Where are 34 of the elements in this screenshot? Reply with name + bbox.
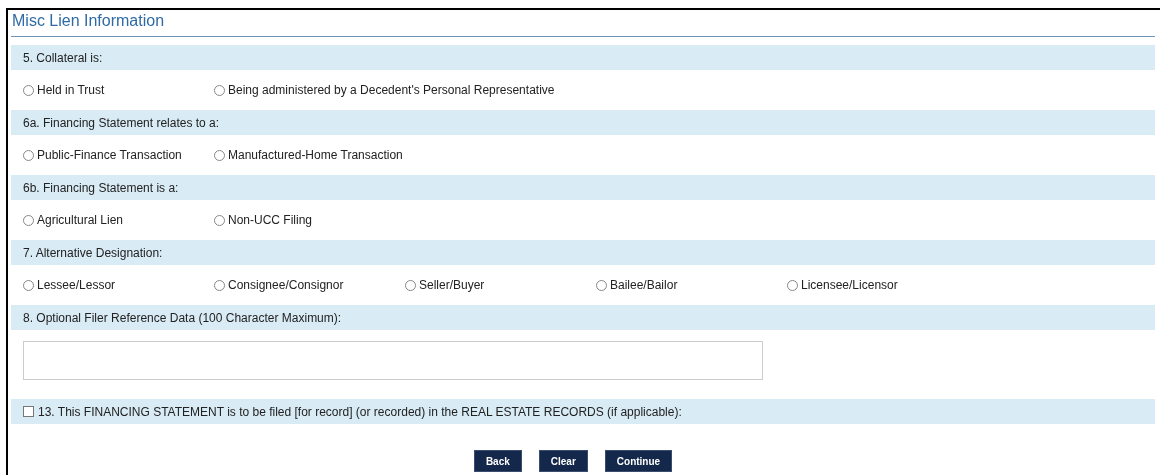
option-label: Licensee/Licensor — [801, 278, 898, 292]
section-label: 8. Optional Filer Reference Data (100 Character Maximum): — [23, 310, 342, 325]
option-label: Manufactured-Home Transaction — [228, 148, 403, 162]
option-label: Seller/Buyer — [419, 278, 485, 292]
option-label: Non-UCC Filing — [228, 213, 313, 227]
form-button[interactable]: Continue — [604, 450, 673, 472]
radio-button[interactable] — [214, 214, 225, 226]
option-label: Consignee/Consignor — [228, 278, 344, 292]
option-label: Agricultural Lien — [37, 213, 124, 227]
radio-button[interactable] — [214, 84, 225, 96]
radio-button[interactable] — [23, 149, 34, 161]
radio-button[interactable] — [405, 279, 416, 291]
section-label: 7. Alternative Designation: — [23, 245, 163, 260]
radio-button[interactable] — [214, 279, 225, 291]
radio-button[interactable] — [23, 214, 34, 226]
radio-button[interactable] — [596, 279, 607, 291]
form-button[interactable]: Back — [473, 450, 522, 472]
option-label: Public-Finance Transaction — [37, 148, 182, 162]
reference-field[interactable] — [23, 341, 763, 380]
radio-button[interactable] — [23, 279, 34, 291]
form-button[interactable]: Clear — [538, 450, 588, 472]
option-label: Being administered by a Decedent's Personal Representative — [228, 83, 555, 97]
radio-button[interactable] — [787, 279, 798, 291]
panel-title: Misc Lien Information — [11, 10, 1155, 37]
section-label: 6a. Financing Statement relates to a: — [23, 115, 220, 130]
radio-button[interactable] — [214, 149, 225, 161]
radio-button[interactable] — [23, 84, 34, 96]
section-label: 6b. Financing Statement is a: — [23, 180, 179, 195]
option-label: Bailee/Bailor — [610, 278, 678, 292]
checkbox[interactable] — [23, 406, 34, 417]
section-label: 13. This FINANCING STATEMENT is to be filed [for record] (or recorded) in the REAL ESTATE RECORDS (if applicable): — [38, 404, 682, 419]
option-label: Held in Trust — [37, 83, 105, 97]
option-label: Lessee/Lessor — [37, 278, 116, 292]
section-label: 5. Collateral is: — [23, 50, 103, 65]
